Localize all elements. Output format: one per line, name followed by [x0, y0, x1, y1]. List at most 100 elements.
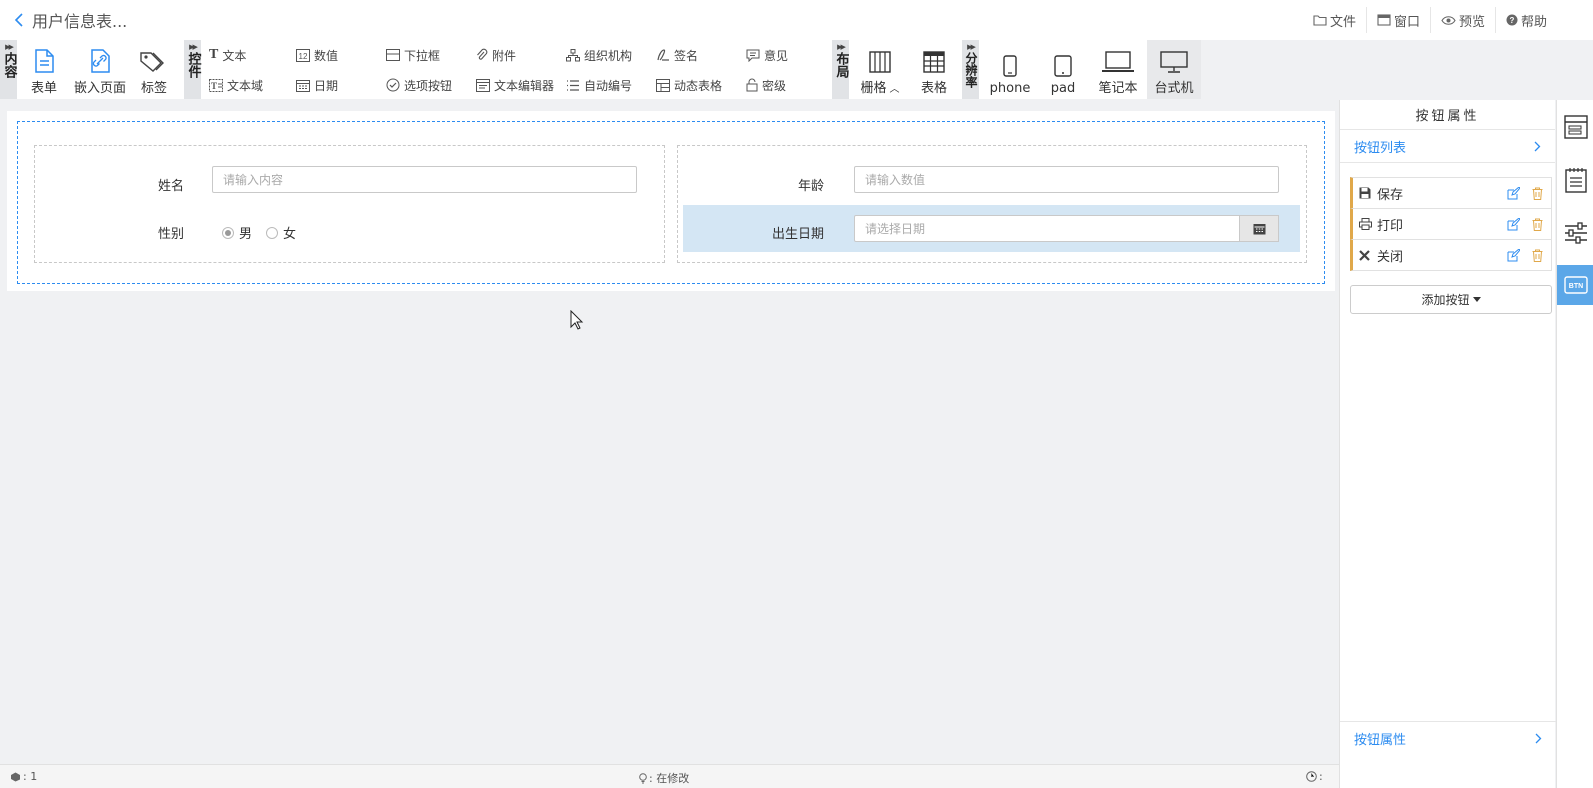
layout-group-toggle[interactable]: ▶▶ 布局: [832, 40, 849, 99]
age-label: 年龄: [797, 179, 824, 194]
resolution-group-toggle[interactable]: ▶▶ 分辨率: [962, 40, 979, 99]
control-org-label: 组织机构: [584, 48, 633, 63]
tab-data-properties[interactable]: [1557, 160, 1593, 200]
button-properties-footer-label: 按钮属性: [1354, 732, 1407, 748]
control-opinion-label: 意见: [764, 48, 789, 63]
control-dropdown[interactable]: 下拉框: [386, 47, 440, 63]
tab-settings[interactable]: [1557, 213, 1593, 253]
trash-icon[interactable]: [1532, 218, 1543, 231]
edit-icon[interactable]: [1507, 249, 1520, 262]
edit-icon[interactable]: [1507, 218, 1520, 231]
trash-icon[interactable]: [1532, 249, 1543, 262]
table-layout-button[interactable]: 表格: [914, 40, 954, 99]
print-icon: [1359, 218, 1373, 230]
control-security[interactable]: 密级: [746, 77, 786, 93]
edit-status-value: : 在修改: [649, 772, 690, 785]
age-input[interactable]: 请输入数值: [854, 166, 1279, 193]
button-list: 保存 打印 关闭: [1350, 177, 1552, 271]
control-auto-number[interactable]: 自动编号: [566, 77, 632, 93]
button-item-close[interactable]: 关闭: [1350, 239, 1552, 271]
name-input[interactable]: 请输入内容: [212, 166, 637, 193]
gender-option-female[interactable]: 女: [266, 223, 296, 242]
tab-form-properties[interactable]: [1557, 107, 1593, 147]
name-input-placeholder: 请输入内容: [223, 173, 284, 187]
table-layout-label: 表格: [920, 81, 947, 96]
control-attachment-label: 附件: [492, 48, 517, 63]
paperclip-icon: [476, 48, 488, 62]
control-text[interactable]: T 文本: [209, 47, 246, 63]
edit-status: : 在修改: [639, 770, 689, 786]
chevron-right-icon: [1534, 141, 1541, 152]
add-button-dropdown[interactable]: 添加按钮: [1350, 285, 1552, 314]
tab-button-properties[interactable]: BTN: [1557, 265, 1593, 305]
controls-group-label: 控件: [185, 52, 201, 78]
grid-layout-button[interactable]: 栅格 ︿: [856, 40, 904, 99]
add-button-label: 添加按钮: [1421, 293, 1470, 307]
resolution-phone[interactable]: phone: [985, 40, 1035, 99]
resolution-laptop[interactable]: 笔记本: [1093, 40, 1143, 99]
button-item-save-label: 保存: [1377, 187, 1404, 203]
back-arrow-icon[interactable]: [14, 13, 28, 27]
caret-down-icon: [1472, 297, 1481, 302]
button-properties-footer[interactable]: 按钮属性: [1340, 721, 1556, 754]
control-attachment[interactable]: 附件: [476, 47, 516, 63]
page-title: 用户信息表...: [32, 12, 128, 31]
trash-icon[interactable]: [1532, 187, 1543, 200]
control-rich-editor[interactable]: 文本编辑器: [476, 77, 554, 93]
menu-help[interactable]: ? 帮助: [1496, 7, 1557, 33]
resolution-desktop-label: 台式机: [1154, 81, 1194, 96]
table-icon: [656, 78, 670, 92]
comment-icon: [746, 49, 760, 62]
menu-window[interactable]: 窗口: [1367, 7, 1431, 33]
content-group-toggle[interactable]: ▶▶ 内容: [0, 40, 17, 99]
resolution-phone-label: phone: [989, 81, 1031, 96]
laptop-icon: [1101, 51, 1135, 73]
control-number[interactable]: 12 数值: [296, 47, 338, 63]
edit-icon[interactable]: [1507, 187, 1520, 200]
org-chart-icon: [566, 48, 580, 62]
button-item-save[interactable]: 保存: [1350, 177, 1552, 209]
tablet-icon: [1054, 55, 1072, 77]
date-picker-button[interactable]: [1240, 215, 1279, 242]
tag-button[interactable]: 标签: [136, 40, 172, 99]
control-auto-number-label: 自动编号: [584, 78, 633, 93]
form-column-left[interactable]: [34, 145, 665, 263]
control-signature-label: 签名: [674, 48, 699, 63]
menu-preview-label: 预览: [1458, 14, 1485, 30]
control-dropdown-label: 下拉框: [404, 48, 441, 63]
resolution-pad[interactable]: pad: [1043, 40, 1083, 99]
columns-icon: [869, 51, 891, 73]
button-list-header-label: 按钮列表: [1354, 140, 1407, 156]
control-opinion[interactable]: 意见: [746, 47, 788, 63]
lock-icon: [746, 78, 758, 92]
radio-unselected-icon: [266, 226, 278, 239]
button-item-print[interactable]: 打印: [1350, 208, 1552, 240]
control-dynamic-table[interactable]: 动态表格: [656, 77, 722, 93]
menu-file-label: 文件: [1329, 14, 1356, 30]
control-radio[interactable]: 选项按钮: [386, 77, 452, 93]
control-text-label: 文本: [222, 48, 247, 63]
button-properties-panel: 按钮属性 按钮列表 保存 打印 关闭 添加按钮 按钮属性: [1339, 100, 1556, 788]
name-label: 姓名: [157, 179, 184, 194]
editor-icon: [476, 78, 490, 92]
menu-preview[interactable]: 预览: [1431, 7, 1496, 33]
control-textarea[interactable]: T 文本域: [209, 77, 263, 93]
control-org[interactable]: 组织机构: [566, 47, 632, 63]
gender-option-male[interactable]: 男: [222, 223, 252, 242]
svg-text:12: 12: [299, 52, 308, 61]
desktop-icon: [1160, 51, 1188, 73]
birthdate-input[interactable]: 请选择日期: [854, 215, 1240, 242]
form-button[interactable]: 表单: [24, 40, 64, 99]
control-dynamic-table-label: 动态表格: [674, 78, 723, 93]
embed-page-button[interactable]: 嵌入页面: [70, 40, 130, 99]
button-list-header[interactable]: 按钮列表: [1340, 130, 1555, 163]
control-signature[interactable]: 签名: [656, 47, 698, 63]
control-security-label: 密级: [762, 78, 787, 93]
menu-file[interactable]: 文件: [1303, 7, 1367, 33]
resolution-desktop[interactable]: 台式机: [1147, 40, 1201, 99]
document-icon: [33, 49, 55, 73]
controls-group-toggle[interactable]: ▶▶ 控件: [184, 40, 201, 99]
calendar-icon: [296, 79, 310, 92]
top-menu: 文件 窗口 预览 ? 帮助: [1303, 0, 1557, 40]
control-date[interactable]: 日期: [296, 77, 338, 93]
